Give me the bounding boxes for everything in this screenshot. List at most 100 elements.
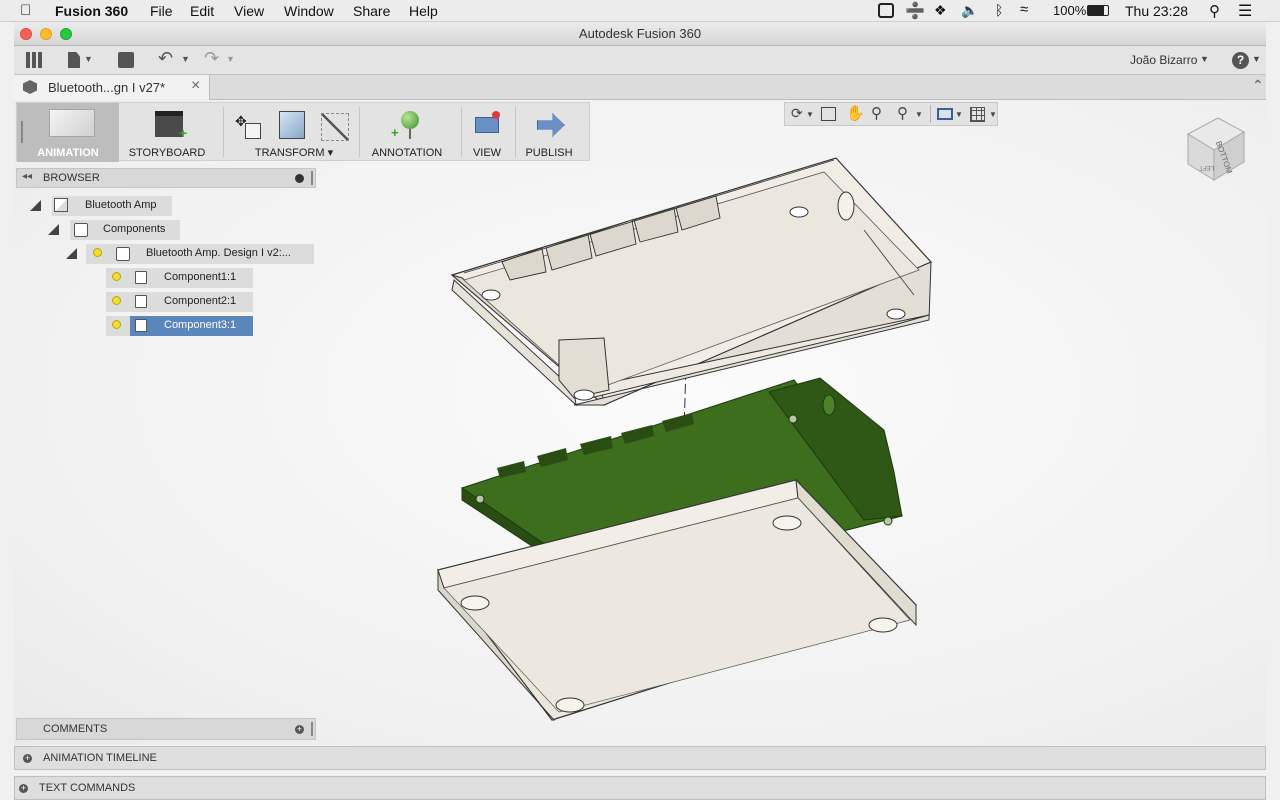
save-icon[interactable] xyxy=(118,52,134,68)
app-menu[interactable]: Fusion 360 xyxy=(55,3,128,19)
3d-viewport[interactable] xyxy=(14,100,1266,745)
screen-record-icon[interactable] xyxy=(878,3,894,18)
grid-chevron-down-icon[interactable]: ▼ xyxy=(989,110,997,119)
redo-chevron-down-icon[interactable]: ▼ xyxy=(226,54,235,64)
top-case-component[interactable] xyxy=(450,157,933,407)
callout-pin-icon xyxy=(401,111,419,129)
view-button[interactable]: VIEW xyxy=(467,103,507,162)
view-label: VIEW xyxy=(472,147,502,159)
tree-row-design[interactable]: Bluetooth Amp. Design I v2:... xyxy=(66,244,316,264)
notification-center-icon[interactable]: ☰ xyxy=(1238,1,1252,21)
animation-workspace-icon xyxy=(49,109,95,137)
file-menu-icon[interactable] xyxy=(68,52,80,68)
add-plus-icon: + xyxy=(178,125,188,141)
root-label: Bluetooth Amp xyxy=(85,199,157,211)
visibility-bulb-icon[interactable] xyxy=(112,296,121,305)
wifi-icon[interactable]: ≈ xyxy=(1020,1,1028,18)
panel-resize-grip[interactable] xyxy=(311,171,313,185)
help-icon[interactable]: ? xyxy=(1232,52,1249,69)
expand-triangle-icon[interactable] xyxy=(66,248,77,259)
look-at-icon[interactable] xyxy=(821,107,836,121)
tree-row-component-3-selected[interactable]: Component3:1 xyxy=(106,316,253,336)
menu-view[interactable]: View xyxy=(234,3,264,19)
menu-edit[interactable]: Edit xyxy=(190,3,214,19)
data-panel-grid-icon[interactable] xyxy=(26,52,42,68)
ribbon-divider xyxy=(515,107,516,157)
document-tab[interactable]: Bluetooth...gn I v27* × xyxy=(14,75,210,100)
component-icon xyxy=(135,319,147,332)
fit-zoom-icon[interactable]: ⚲ xyxy=(897,104,908,122)
workspace-switcher-button[interactable]: ANIMATION xyxy=(17,103,119,162)
record-dot-icon xyxy=(492,111,500,119)
tree-row-root[interactable]: Bluetooth Amp xyxy=(30,196,180,216)
animation-timeline-panel[interactable]: + ANIMATION TIMELINE xyxy=(14,746,1266,770)
viewcube[interactable]: BOTTOM LEFT xyxy=(1180,112,1252,184)
bluetooth-icon[interactable]: ᛒ xyxy=(995,2,1003,18)
orbit-chevron-down-icon[interactable]: ▼ xyxy=(806,110,814,119)
close-tab-icon[interactable]: × xyxy=(191,77,200,95)
window-title: Autodesk Fusion 360 xyxy=(578,26,702,41)
storyboard-button[interactable]: + STORYBOARD xyxy=(125,103,209,162)
visibility-bulb-icon[interactable] xyxy=(112,320,121,329)
zoom-icon[interactable]: ⚲ xyxy=(871,104,882,122)
display-chevron-down-icon[interactable]: ▼ xyxy=(955,110,963,119)
expand-panel-icon[interactable]: + xyxy=(23,754,32,763)
apple-menu-icon[interactable]:  xyxy=(20,2,31,19)
undo-icon[interactable]: ↶ xyxy=(158,48,173,69)
help-chevron-down-icon[interactable]: ▼ xyxy=(1252,54,1261,64)
orbit-icon[interactable]: ⟳ xyxy=(791,105,803,122)
panel-resize-grip[interactable] xyxy=(311,722,313,736)
component-label: Component3:1 xyxy=(164,319,237,331)
transform-button[interactable]: ✥ TRANSFORM ▾ xyxy=(229,103,359,162)
collapse-tabs-chevron-up-icon[interactable]: ⌃ xyxy=(1252,77,1264,94)
window-title-bar: Autodesk Fusion 360 xyxy=(14,22,1266,46)
display-settings-icon[interactable] xyxy=(937,108,953,120)
browser-panel-header[interactable]: ◂◂ BROWSER xyxy=(16,168,316,188)
linked-design-icon xyxy=(116,247,130,261)
expand-triangle-icon[interactable] xyxy=(48,224,59,235)
component-icon xyxy=(135,295,147,308)
undo-chevron-down-icon[interactable]: ▼ xyxy=(181,54,190,64)
browser-options-icon[interactable] xyxy=(295,174,304,183)
pan-hand-icon[interactable]: ✋ xyxy=(846,104,865,122)
design-label: Bluetooth Amp. Design I v2:... xyxy=(146,247,291,259)
dropbox-icon[interactable]: ❖ xyxy=(934,2,947,19)
design-document-icon xyxy=(23,80,37,94)
text-commands-panel[interactable]: + TEXT COMMANDS xyxy=(14,776,1266,800)
transform-components-icon: ✥ xyxy=(235,113,261,139)
publish-button[interactable]: PUBLISH xyxy=(521,103,577,162)
add-comment-icon[interactable]: + xyxy=(295,725,304,734)
menu-file[interactable]: File xyxy=(150,3,173,19)
collapse-browser-icon[interactable]: ◂◂ xyxy=(22,171,32,182)
signature-icon[interactable]: ➗ xyxy=(905,1,925,21)
menu-window[interactable]: Window xyxy=(284,3,334,19)
callout-pin-stem xyxy=(409,129,411,139)
user-chevron-down-icon[interactable]: ▼ xyxy=(1200,54,1209,64)
visibility-bulb-icon[interactable] xyxy=(93,248,102,257)
ribbon-grip-icon xyxy=(21,121,23,143)
grid-settings-icon[interactable] xyxy=(970,107,985,122)
tree-row-component-1[interactable]: Component1:1 xyxy=(106,268,253,288)
user-account-menu[interactable]: João Bizarro xyxy=(1130,53,1197,67)
tree-row-components-folder[interactable]: Components xyxy=(48,220,188,240)
visibility-bulb-icon[interactable] xyxy=(112,272,121,281)
expand-triangle-icon[interactable] xyxy=(30,200,41,211)
battery-icon[interactable] xyxy=(1087,5,1109,16)
annotation-button[interactable]: + ANNOTATION xyxy=(365,103,449,162)
annotation-label: ANNOTATION xyxy=(371,147,443,159)
storyboard-label: STORYBOARD xyxy=(128,147,206,159)
clock[interactable]: Thu 23:28 xyxy=(1125,3,1188,19)
fit-chevron-down-icon[interactable]: ▼ xyxy=(915,110,923,119)
menu-share[interactable]: Share xyxy=(353,3,390,19)
spotlight-search-icon[interactable]: ⚲ xyxy=(1209,2,1220,20)
document-tab-bar: Bluetooth...gn I v27* × ⌃ xyxy=(14,75,1266,100)
tree-row-component-2[interactable]: Component2:1 xyxy=(106,292,253,312)
redo-icon[interactable]: ↷ xyxy=(204,48,219,69)
expand-panel-icon[interactable]: + xyxy=(19,784,28,793)
menu-help[interactable]: Help xyxy=(409,3,438,19)
comments-panel-header[interactable]: COMMENTS + xyxy=(16,718,316,740)
volume-icon[interactable]: 🔈 xyxy=(961,2,978,19)
viewcube-side-label: LEFT xyxy=(1199,164,1214,170)
navigation-toolbar: ⟳ ▼ ✋ ⚲ ⚲ ▼ ▼ ▼ xyxy=(784,102,998,126)
file-menu-chevron-down-icon[interactable]: ▼ xyxy=(84,54,93,64)
